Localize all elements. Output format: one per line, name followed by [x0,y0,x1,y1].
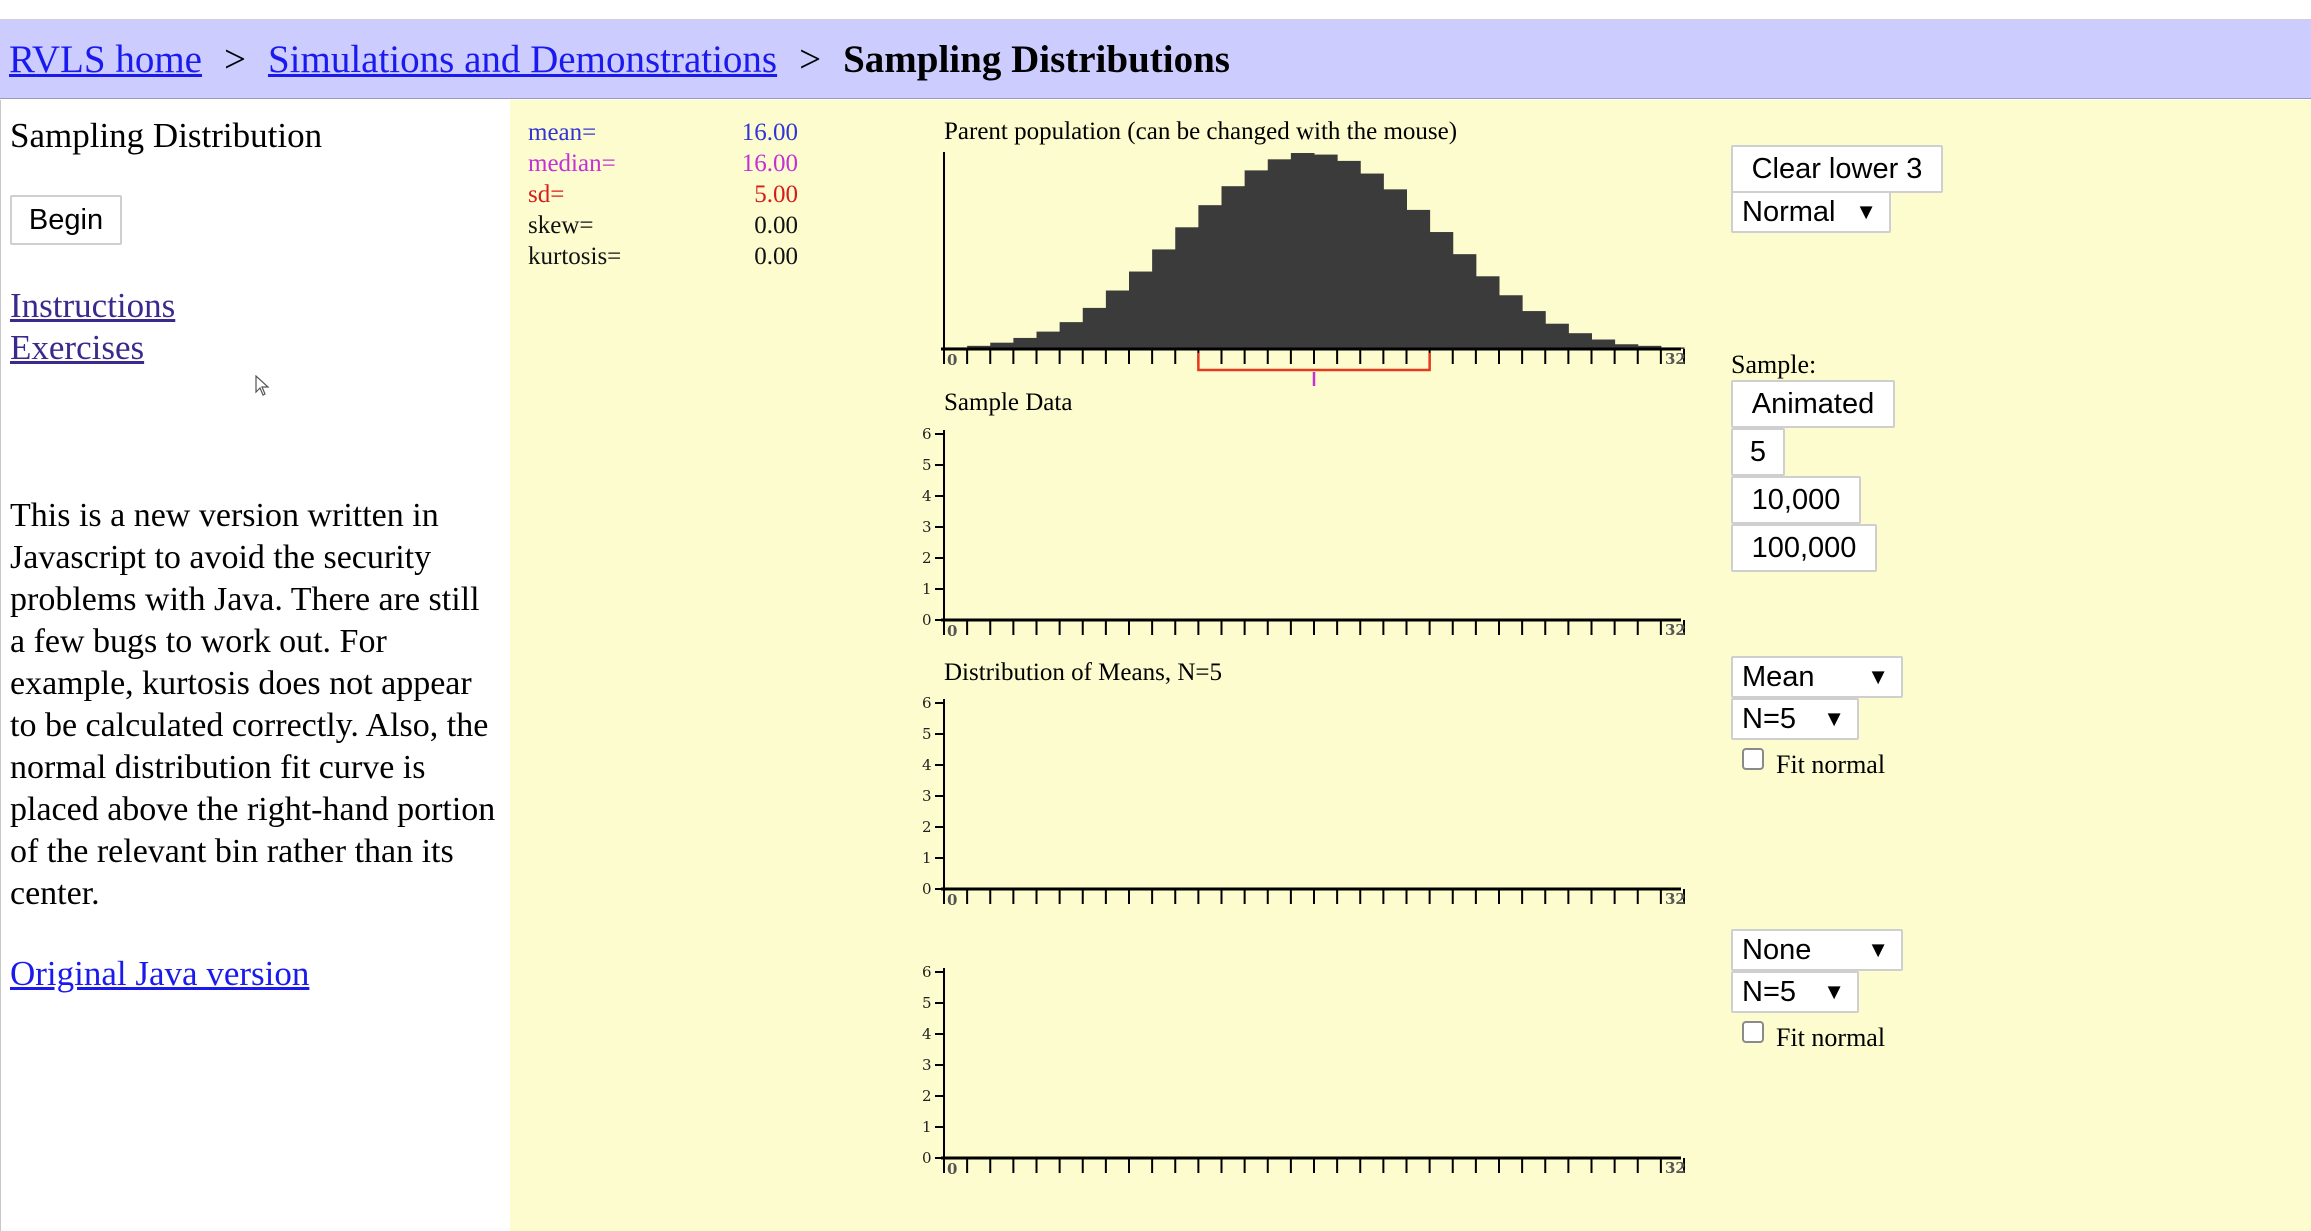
second-dist-y-tick-label: 4 [922,1025,932,1043]
second-dist-x-min-label: 0 [947,1160,957,1178]
means-dist-y-tick-label: 4 [922,756,932,774]
sample-data-y-tick-label: 4 [922,487,932,505]
chevron-down-icon: ▼ [1823,706,1845,731]
select-value: None [1742,933,1812,966]
second-dist-y-tick-label: 3 [922,1056,932,1074]
second-dist-y-tick-label: 0 [922,1149,932,1167]
select-value: Normal [1742,195,1836,228]
parent-population-bar [1175,227,1199,349]
parent-population-bar [1036,331,1061,349]
sample-data-x-max-label: 32 [1665,621,1686,639]
parent-x-max-label: 32 [1665,350,1686,368]
sample-100000-button[interactable]: 100,000 [1731,524,1877,572]
parent-population-bar [1568,333,1592,349]
sample-label: Sample: [1731,350,1817,379]
parent-population-bar [1290,153,1315,349]
parent-population-bar [1059,322,1084,349]
second-dist-x-max-label: 32 [1665,1159,1686,1177]
chevron-down-icon: ▼ [1867,664,1889,689]
select-value: N=5 [1742,975,1797,1008]
parent-population-bar [1152,249,1176,349]
second-dist-y-tick-label: 2 [922,1087,932,1105]
means-dist-y-tick-label: 5 [922,725,932,743]
parent-population-bar [1429,232,1454,349]
parent-population-bar [1406,209,1431,349]
second-dist-y-tick-label: 6 [922,963,932,981]
second-dist-y-tick-label: 1 [922,1118,932,1136]
parent-population-bar [1082,307,1107,349]
sample-data-y-tick-label: 6 [922,425,932,443]
parent-population-bar [1244,170,1269,349]
select-value: Mean [1742,660,1815,693]
statistic-select-1[interactable]: Mean ▼ [1731,656,1903,698]
statistic-select-2[interactable]: None ▼ [1731,929,1903,971]
plots-canvas[interactable]: 0 32 0 1 2 3 4 5 6 0 32 0 1 2 3 4 5 6 0 32 0 1 2 3 4 5 6 0 32 [0,0,2311,1231]
parent-population-bar [1013,337,1037,349]
parent-population-bar [1337,160,1361,349]
parent-population-bar [1198,205,1222,349]
parent-population-bar [1475,276,1500,349]
parent-population-bar [1105,290,1130,349]
parent-population-bar [1452,254,1477,349]
select-value: N=5 [1742,702,1797,735]
population-shape-select[interactable]: Normal ▼ [1731,191,1891,233]
sample-data-y-tick-label: 3 [922,518,932,536]
means-dist-y-tick-label: 1 [922,849,932,867]
sample-data-x-min-label: 0 [947,622,957,640]
fit-normal-checkbox-2[interactable] [1742,1021,1764,1043]
means-dist-x-min-label: 0 [947,891,957,909]
means-dist-x-max-label: 32 [1665,890,1686,908]
clear-lower-3-button[interactable]: Clear lower 3 [1731,145,1943,193]
second-dist-y-tick-label: 5 [922,994,932,1012]
sample-data-y-tick-label: 2 [922,549,932,567]
chevron-down-icon: ▼ [1823,979,1845,1004]
fit-normal-label-2: Fit normal [1776,1023,1886,1052]
sample-size-select-2[interactable]: N=5 ▼ [1731,971,1859,1013]
parent-population-bar [1221,186,1246,349]
means-dist-y-tick-label: 3 [922,787,932,805]
sample-data-y-tick-label: 5 [922,456,932,474]
means-dist-y-tick-label: 6 [922,694,932,712]
parent-x-min-label: 0 [947,351,957,369]
sample-size-select-1[interactable]: N=5 ▼ [1731,698,1859,740]
fit-normal-checkbox-1[interactable] [1742,748,1764,770]
parent-population-bar [1314,154,1338,349]
sample-data-y-tick-label: 1 [922,580,932,598]
sample-data-y-tick-label: 0 [922,611,932,629]
means-dist-y-tick-label: 2 [922,818,932,836]
parent-population-bar [1545,323,1569,349]
animated-sample-button[interactable]: Animated [1731,380,1895,428]
chevron-down-icon: ▼ [1855,199,1877,224]
parent-population-bar [1522,311,1546,349]
parent-population-bar [1383,189,1407,349]
parent-population-bar [1267,159,1292,349]
chevron-down-icon: ▼ [1867,937,1889,962]
means-dist-y-tick-label: 0 [922,880,932,898]
fit-normal-label-1: Fit normal [1776,750,1886,779]
parent-population-bar [1360,173,1384,349]
parent-population-bar [1499,295,1523,349]
sample-5-button[interactable]: 5 [1731,428,1785,476]
sample-10000-button[interactable]: 10,000 [1731,476,1861,524]
parent-population-bar [1129,271,1153,349]
